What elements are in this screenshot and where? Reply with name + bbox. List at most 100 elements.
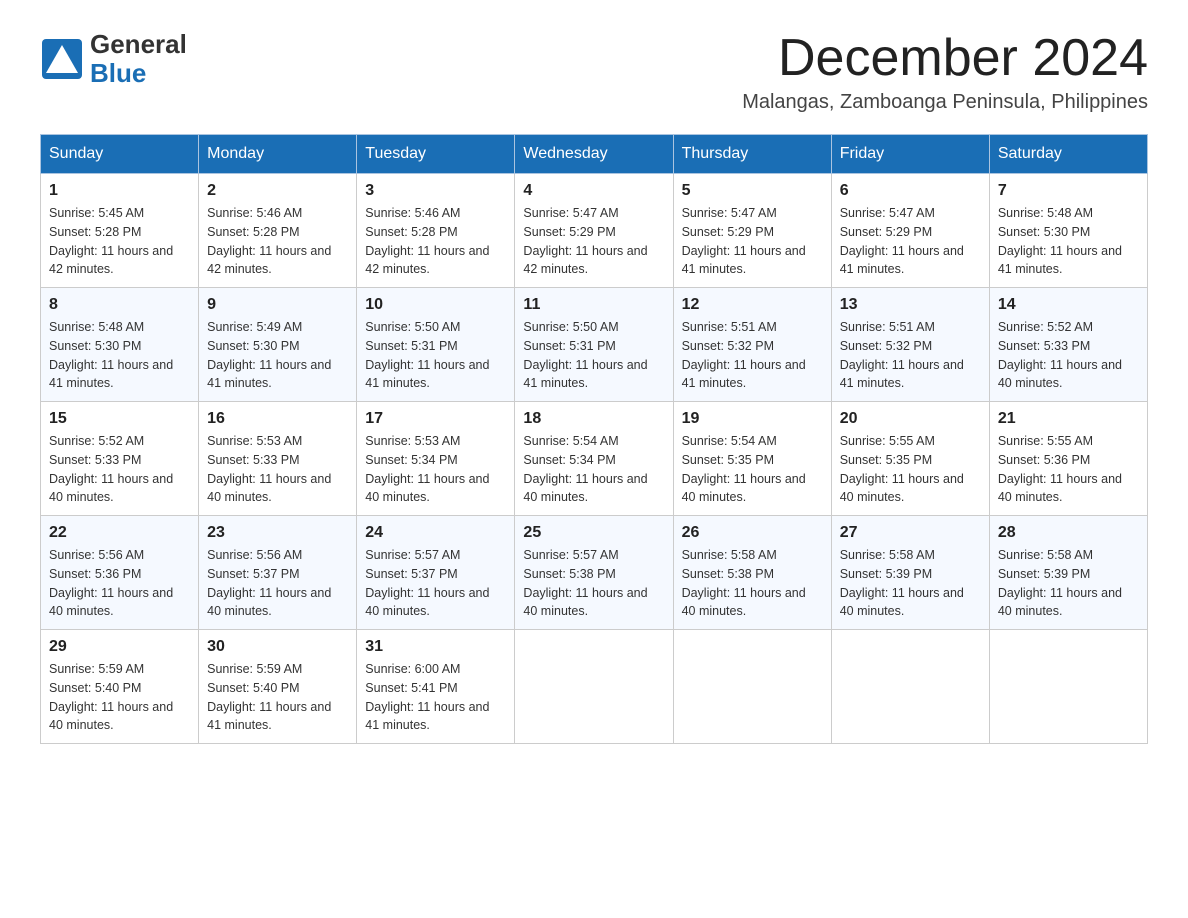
calendar-cell: 19 Sunrise: 5:54 AMSunset: 5:35 PMDaylig… [673,402,831,516]
day-info: Sunrise: 5:48 AMSunset: 5:30 PMDaylight:… [998,204,1139,279]
calendar-cell [515,630,673,744]
calendar-cell: 5 Sunrise: 5:47 AMSunset: 5:29 PMDayligh… [673,174,831,288]
weekday-header-wednesday: Wednesday [515,135,673,174]
day-number: 16 [207,410,348,428]
day-info: Sunrise: 5:47 AMSunset: 5:29 PMDaylight:… [840,204,981,279]
calendar-cell: 20 Sunrise: 5:55 AMSunset: 5:35 PMDaylig… [831,402,989,516]
day-number: 11 [523,296,664,314]
calendar-cell: 8 Sunrise: 5:48 AMSunset: 5:30 PMDayligh… [41,288,199,402]
calendar-cell: 10 Sunrise: 5:50 AMSunset: 5:31 PMDaylig… [357,288,515,402]
calendar-cell: 9 Sunrise: 5:49 AMSunset: 5:30 PMDayligh… [199,288,357,402]
calendar-cell: 14 Sunrise: 5:52 AMSunset: 5:33 PMDaylig… [989,288,1147,402]
week-row-2: 8 Sunrise: 5:48 AMSunset: 5:30 PMDayligh… [41,288,1148,402]
day-number: 18 [523,410,664,428]
day-info: Sunrise: 5:59 AMSunset: 5:40 PMDaylight:… [49,660,190,735]
day-number: 4 [523,182,664,200]
day-number: 5 [682,182,823,200]
calendar-cell: 11 Sunrise: 5:50 AMSunset: 5:31 PMDaylig… [515,288,673,402]
calendar-cell: 22 Sunrise: 5:56 AMSunset: 5:36 PMDaylig… [41,516,199,630]
day-number: 9 [207,296,348,314]
week-row-1: 1 Sunrise: 5:45 AMSunset: 5:28 PMDayligh… [41,174,1148,288]
logo: General Blue [40,30,187,87]
day-number: 31 [365,638,506,656]
calendar-cell: 27 Sunrise: 5:58 AMSunset: 5:39 PMDaylig… [831,516,989,630]
calendar-cell: 4 Sunrise: 5:47 AMSunset: 5:29 PMDayligh… [515,174,673,288]
day-info: Sunrise: 5:59 AMSunset: 5:40 PMDaylight:… [207,660,348,735]
calendar-cell: 25 Sunrise: 5:57 AMSunset: 5:38 PMDaylig… [515,516,673,630]
calendar-cell: 7 Sunrise: 5:48 AMSunset: 5:30 PMDayligh… [989,174,1147,288]
day-number: 23 [207,524,348,542]
day-number: 28 [998,524,1139,542]
calendar-cell [673,630,831,744]
calendar-cell [989,630,1147,744]
day-info: Sunrise: 5:45 AMSunset: 5:28 PMDaylight:… [49,204,190,279]
day-info: Sunrise: 5:57 AMSunset: 5:38 PMDaylight:… [523,546,664,621]
day-info: Sunrise: 5:58 AMSunset: 5:38 PMDaylight:… [682,546,823,621]
calendar-cell: 13 Sunrise: 5:51 AMSunset: 5:32 PMDaylig… [831,288,989,402]
location-title: Malangas, Zamboanga Peninsula, Philippin… [742,91,1148,114]
day-info: Sunrise: 5:53 AMSunset: 5:34 PMDaylight:… [365,432,506,507]
day-info: Sunrise: 5:58 AMSunset: 5:39 PMDaylight:… [840,546,981,621]
logo-blue-text: Blue [90,59,187,88]
day-info: Sunrise: 5:54 AMSunset: 5:35 PMDaylight:… [682,432,823,507]
day-number: 17 [365,410,506,428]
title-area: December 2024 Malangas, Zamboanga Penins… [742,30,1148,114]
day-number: 12 [682,296,823,314]
day-number: 2 [207,182,348,200]
week-row-4: 22 Sunrise: 5:56 AMSunset: 5:36 PMDaylig… [41,516,1148,630]
weekday-header-row: SundayMondayTuesdayWednesdayThursdayFrid… [41,135,1148,174]
day-number: 27 [840,524,981,542]
weekday-header-monday: Monday [199,135,357,174]
calendar-cell: 2 Sunrise: 5:46 AMSunset: 5:28 PMDayligh… [199,174,357,288]
day-number: 7 [998,182,1139,200]
day-info: Sunrise: 5:50 AMSunset: 5:31 PMDaylight:… [365,318,506,393]
weekday-header-thursday: Thursday [673,135,831,174]
calendar-table: SundayMondayTuesdayWednesdayThursdayFrid… [40,134,1148,744]
day-number: 15 [49,410,190,428]
day-info: Sunrise: 5:47 AMSunset: 5:29 PMDaylight:… [523,204,664,279]
day-info: Sunrise: 5:53 AMSunset: 5:33 PMDaylight:… [207,432,348,507]
day-info: Sunrise: 5:58 AMSunset: 5:39 PMDaylight:… [998,546,1139,621]
calendar-cell: 6 Sunrise: 5:47 AMSunset: 5:29 PMDayligh… [831,174,989,288]
day-info: Sunrise: 5:46 AMSunset: 5:28 PMDaylight:… [365,204,506,279]
day-number: 21 [998,410,1139,428]
weekday-header-sunday: Sunday [41,135,199,174]
day-number: 14 [998,296,1139,314]
day-number: 30 [207,638,348,656]
calendar-cell: 31 Sunrise: 6:00 AMSunset: 5:41 PMDaylig… [357,630,515,744]
day-info: Sunrise: 5:46 AMSunset: 5:28 PMDaylight:… [207,204,348,279]
day-number: 13 [840,296,981,314]
day-info: Sunrise: 5:51 AMSunset: 5:32 PMDaylight:… [840,318,981,393]
calendar-cell: 12 Sunrise: 5:51 AMSunset: 5:32 PMDaylig… [673,288,831,402]
day-number: 29 [49,638,190,656]
weekday-header-saturday: Saturday [989,135,1147,174]
calendar-cell: 24 Sunrise: 5:57 AMSunset: 5:37 PMDaylig… [357,516,515,630]
calendar-cell: 3 Sunrise: 5:46 AMSunset: 5:28 PMDayligh… [357,174,515,288]
calendar-cell: 15 Sunrise: 5:52 AMSunset: 5:33 PMDaylig… [41,402,199,516]
month-title: December 2024 [742,30,1148,87]
day-number: 19 [682,410,823,428]
day-info: Sunrise: 5:55 AMSunset: 5:35 PMDaylight:… [840,432,981,507]
day-info: Sunrise: 5:54 AMSunset: 5:34 PMDaylight:… [523,432,664,507]
day-number: 8 [49,296,190,314]
calendar-cell: 17 Sunrise: 5:53 AMSunset: 5:34 PMDaylig… [357,402,515,516]
day-number: 3 [365,182,506,200]
weekday-header-friday: Friday [831,135,989,174]
day-number: 20 [840,410,981,428]
week-row-5: 29 Sunrise: 5:59 AMSunset: 5:40 PMDaylig… [41,630,1148,744]
page-header: General Blue December 2024 Malangas, Zam… [40,30,1148,114]
day-info: Sunrise: 5:47 AMSunset: 5:29 PMDaylight:… [682,204,823,279]
day-info: Sunrise: 6:00 AMSunset: 5:41 PMDaylight:… [365,660,506,735]
week-row-3: 15 Sunrise: 5:52 AMSunset: 5:33 PMDaylig… [41,402,1148,516]
day-info: Sunrise: 5:49 AMSunset: 5:30 PMDaylight:… [207,318,348,393]
day-number: 26 [682,524,823,542]
day-info: Sunrise: 5:55 AMSunset: 5:36 PMDaylight:… [998,432,1139,507]
day-info: Sunrise: 5:56 AMSunset: 5:37 PMDaylight:… [207,546,348,621]
day-number: 24 [365,524,506,542]
day-info: Sunrise: 5:52 AMSunset: 5:33 PMDaylight:… [49,432,190,507]
weekday-header-tuesday: Tuesday [357,135,515,174]
calendar-cell: 1 Sunrise: 5:45 AMSunset: 5:28 PMDayligh… [41,174,199,288]
day-number: 6 [840,182,981,200]
calendar-cell: 26 Sunrise: 5:58 AMSunset: 5:38 PMDaylig… [673,516,831,630]
calendar-cell: 18 Sunrise: 5:54 AMSunset: 5:34 PMDaylig… [515,402,673,516]
